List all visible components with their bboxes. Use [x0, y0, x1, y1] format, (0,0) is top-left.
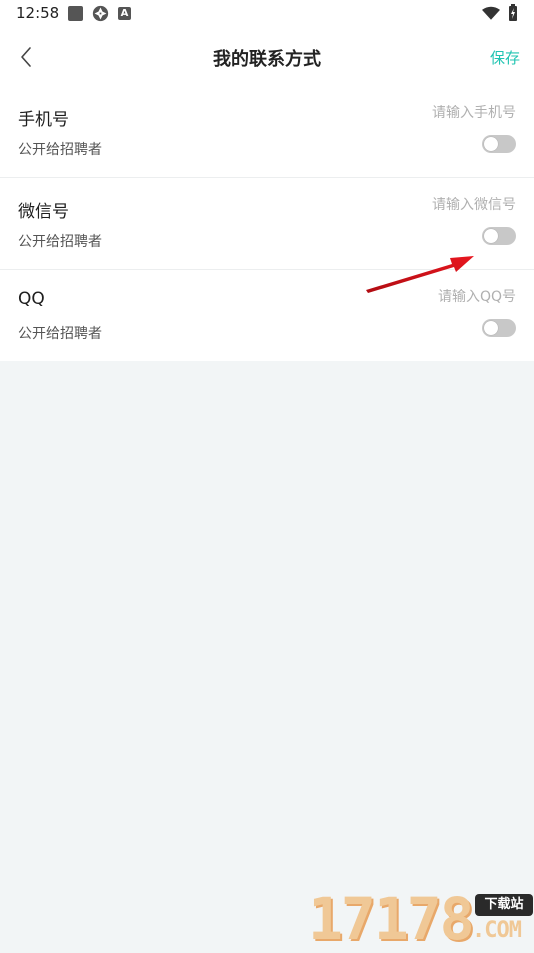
a-badge-icon: A — [118, 7, 131, 20]
page-title: 我的联系方式 — [213, 49, 321, 70]
nav-bar: 我的联系方式 保存 — [0, 28, 534, 86]
aperture-icon — [92, 5, 109, 22]
phone-public-label: 公开给招聘者 — [18, 142, 102, 158]
battery-charging-icon — [509, 4, 517, 21]
phone-input[interactable] — [296, 105, 516, 121]
wechat-input[interactable] — [296, 197, 516, 213]
wifi-icon — [482, 6, 500, 20]
toggle-knob — [484, 137, 498, 151]
watermark-digits: 17178 — [308, 885, 475, 953]
red-arrow-icon — [366, 256, 474, 293]
watermark-suffix: .COM — [472, 918, 522, 943]
wechat-public-label: 公开给招聘者 — [18, 234, 102, 250]
qq-label: QQ — [18, 289, 45, 309]
status-bar: 12:58 A — [0, 0, 534, 28]
phone-label: 手机号 — [18, 110, 69, 130]
qq-public-toggle[interactable] — [482, 319, 516, 337]
save-button[interactable]: 保存 — [490, 47, 520, 68]
toggle-knob — [484, 229, 498, 243]
toggle-knob — [484, 321, 498, 335]
phone-public-toggle[interactable] — [482, 135, 516, 153]
watermark-badge: 下载站 — [475, 894, 533, 916]
wechat-public-toggle[interactable] — [482, 227, 516, 245]
contact-list: 手机号 公开给招聘者 微信号 公开给招聘者 QQ 公开给招聘者 — [0, 86, 534, 361]
contact-row-phone: 手机号 公开给招聘者 — [0, 86, 534, 178]
status-time: 12:58 — [16, 4, 60, 22]
qq-public-label: 公开给招聘者 — [18, 326, 102, 342]
square-icon — [68, 6, 83, 21]
watermark-logo: 17178 下载站 .COM — [308, 888, 534, 950]
wechat-label: 微信号 — [18, 202, 69, 222]
